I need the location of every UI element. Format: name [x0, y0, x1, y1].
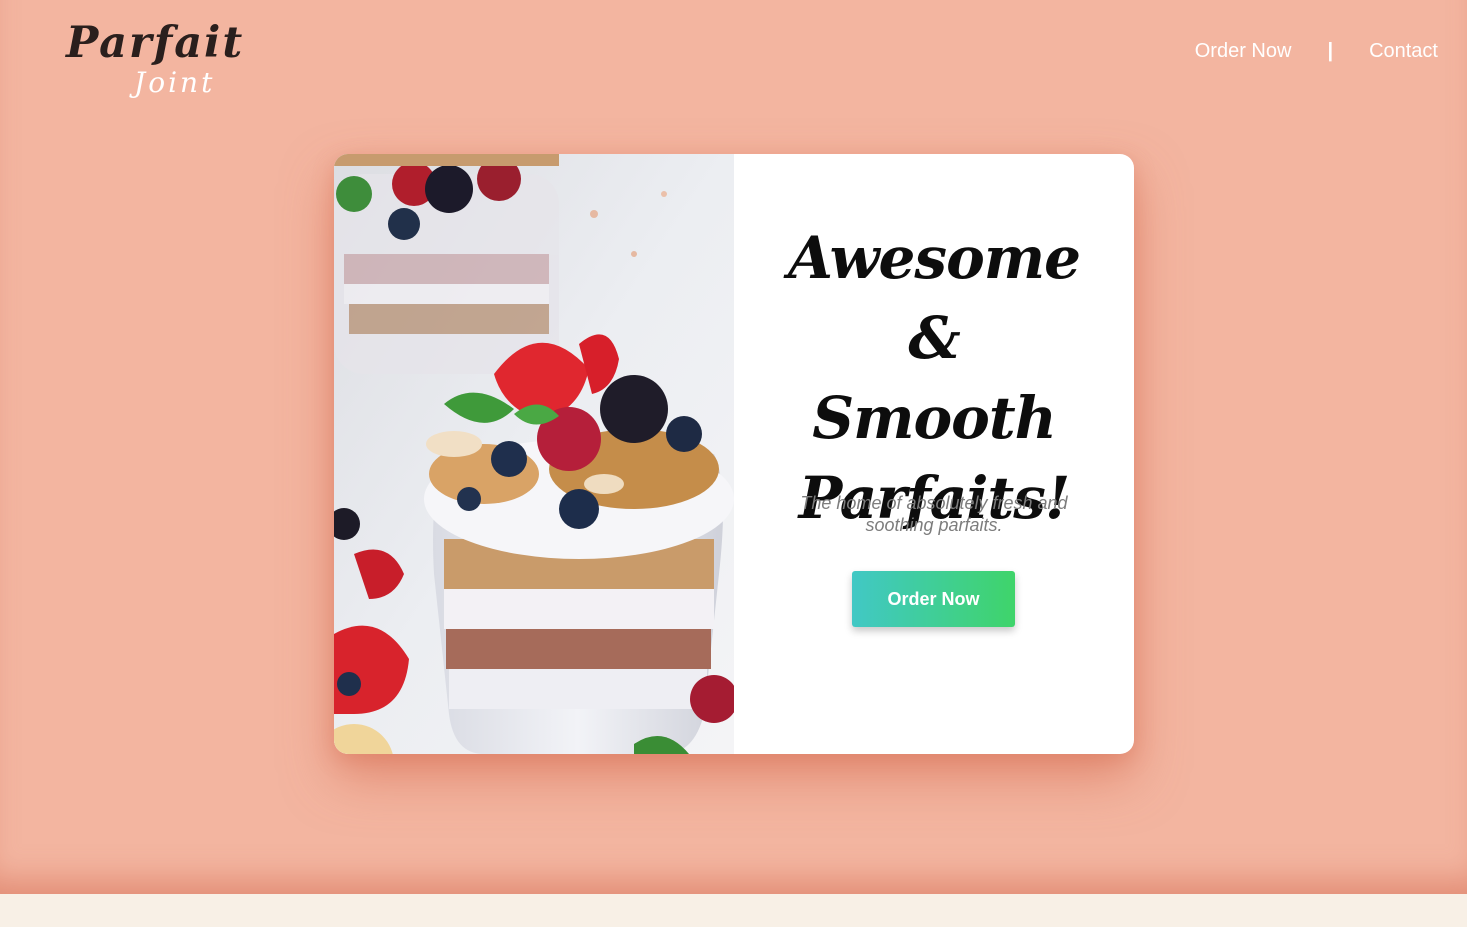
hero-tagline: The home of absolutely fresh and soothin…	[800, 493, 1068, 535]
footer-strip	[0, 894, 1467, 927]
top-nav: Order Now | Contact	[1195, 40, 1438, 63]
order-now-button[interactable]: Order Now	[852, 571, 1015, 627]
logo[interactable]: Parfait Joint	[66, 18, 246, 110]
headline-line-2: Smooth	[812, 384, 1057, 452]
nav-contact-link[interactable]: Contact	[1369, 40, 1438, 63]
parfait-photo	[334, 154, 734, 754]
logo-main-text: Parfait	[66, 18, 245, 68]
headline-line-1: Awesome &	[787, 224, 1081, 372]
logo-sub-text: Joint	[134, 66, 216, 99]
hero-headline: Awesome & Smooth Parfaits!	[754, 218, 1114, 538]
nav-separator: |	[1327, 40, 1334, 62]
hero-content: Awesome & Smooth Parfaits! The home of a…	[734, 154, 1134, 754]
hero-section: Parfait Joint Order Now | Contact Awesom…	[0, 0, 1467, 894]
hero-card: Awesome & Smooth Parfaits! The home of a…	[334, 154, 1134, 754]
nav-order-now-link[interactable]: Order Now	[1195, 40, 1292, 63]
